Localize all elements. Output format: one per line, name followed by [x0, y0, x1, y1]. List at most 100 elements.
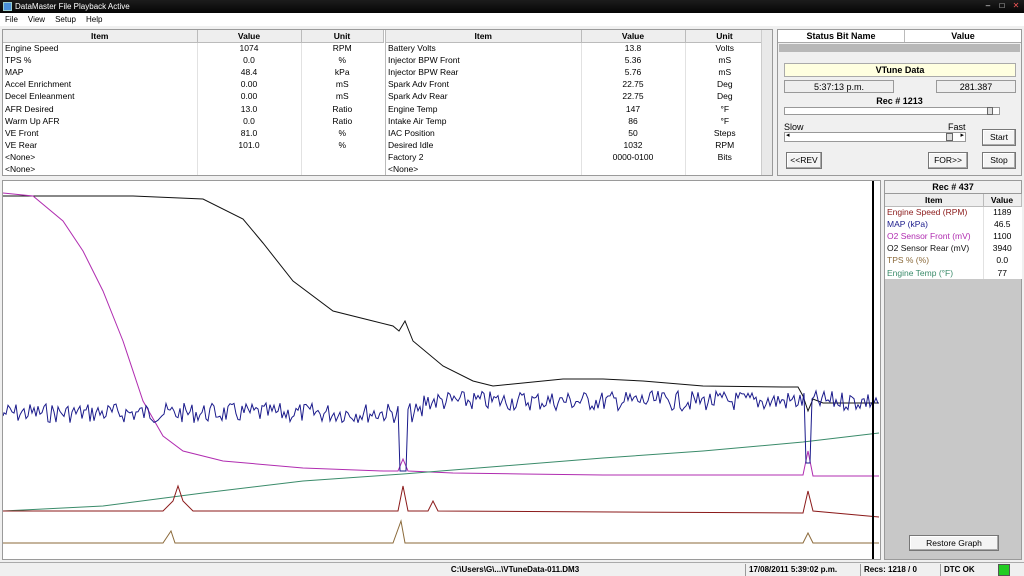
cell-value: 101.0	[197, 138, 302, 151]
cell-item: Engine Temp	[386, 102, 582, 115]
table-row[interactable]: Factory 2 0000-0100 Bits	[386, 150, 764, 163]
restore-graph-button[interactable]: Restore Graph	[909, 535, 999, 551]
legend-row[interactable]: TPS % (%) 0.0	[885, 254, 1021, 267]
cell-value: 50	[581, 126, 686, 139]
table-row[interactable]: Decel Enleanment 0.00 mS	[3, 90, 383, 103]
legend-value: 3940	[992, 243, 1012, 254]
status-bar: C:\Users\G\...\VTuneData-011.DM3 17/08/2…	[0, 562, 1024, 576]
table-row[interactable]: IAC Position 50 Steps	[386, 126, 764, 139]
cell-unit: Ratio	[332, 115, 353, 126]
forward-button[interactable]: FOR>>	[928, 152, 968, 169]
cell-value: 22.75	[581, 90, 686, 103]
status-dtc: DTC OK	[940, 564, 996, 576]
table-row[interactable]: VE Front 81.0%	[3, 126, 383, 139]
speed-slider-thumb[interactable]	[946, 133, 954, 141]
cell-unit: mS	[718, 55, 732, 66]
menu-setup[interactable]: Setup	[55, 15, 76, 24]
menu-file[interactable]: File	[5, 15, 18, 24]
cell-unit: %	[338, 139, 347, 150]
table-row[interactable]: Spark Adv Front 22.75 Deg	[386, 78, 764, 91]
cell-value: 81.0	[197, 126, 302, 139]
legend-panel: Rec # 437 Item Value Engine Speed (RPM) 1…	[884, 180, 1022, 560]
table-scrollbar[interactable]	[761, 30, 772, 175]
sensor-table-right: Item Value Unit Battery Volts 13.8 Volts In…	[386, 30, 765, 176]
cell-value: 0.0	[197, 54, 302, 67]
cell-item: <None>	[3, 162, 198, 176]
playback-elapsed: 281.387	[936, 80, 1016, 93]
legend-value: 1100	[993, 231, 1012, 242]
legend-item: Engine Temp (°F)	[885, 266, 984, 279]
cell-value: 0000-0100	[581, 150, 686, 163]
speed-left-arrow-icon[interactable]: ◂	[786, 131, 790, 139]
cell-item: Decel Enleanment	[3, 90, 198, 103]
cell-unit: Bits	[717, 151, 732, 162]
legend-value: 1189	[993, 207, 1012, 218]
cell-item: Factory 2	[386, 150, 582, 163]
col-value: Value	[581, 30, 686, 43]
legend-row[interactable]: O2 Sensor Rear (mV) 3940	[885, 242, 1021, 255]
cell-item: Accel Enrichment	[3, 78, 198, 91]
table-row[interactable]: MAP 48.4 kPa	[3, 66, 383, 79]
table-row[interactable]: Injector BPW Front 5.36 mS	[386, 54, 764, 67]
cell-value: 1032	[581, 138, 686, 151]
cell-unit: °F	[720, 103, 730, 114]
table-row[interactable]: Desired Idle 1032 RPM	[386, 138, 764, 151]
speed-slider[interactable]: ◂ ▸	[784, 132, 966, 142]
cell-value	[197, 150, 302, 163]
cell-value: 22.75	[581, 78, 686, 91]
table-row[interactable]: Engine Temp 147 °F	[386, 102, 764, 115]
cell-item: Battery Volts	[386, 42, 582, 55]
table-row[interactable]: <None>	[3, 150, 383, 163]
cell-unit: mS	[718, 67, 732, 78]
cell-value: 48.4	[197, 66, 302, 79]
legend-row[interactable]: Engine Temp (°F) 77	[885, 266, 1021, 279]
legend-item: Engine Speed (RPM)	[885, 206, 984, 219]
table-row[interactable]: Warm Up AFR 0.0 Ratio	[3, 114, 383, 127]
table-row[interactable]: Spark Adv Rear 22.75 Deg	[386, 90, 764, 103]
data-graph[interactable]	[2, 180, 881, 560]
menu-view[interactable]: View	[28, 15, 45, 24]
col-value: Value	[197, 30, 302, 43]
table-row[interactable]: AFR Desired 13.0 Ratio	[3, 102, 383, 115]
table-row[interactable]: Accel Enrichment 0.00 mS	[3, 78, 383, 91]
table-row[interactable]: Engine Speed 1074 RPM	[3, 42, 383, 55]
table-row[interactable]: TPS % 0.0%	[3, 54, 383, 67]
record-slider-thumb[interactable]	[986, 107, 993, 115]
table-row[interactable]: Intake Air Temp 86 °F	[386, 114, 764, 127]
cell-value: 1074	[197, 42, 302, 55]
cell-value: 147	[581, 102, 686, 115]
dtc-indicator	[998, 564, 1010, 576]
legend-row[interactable]: Engine Speed (RPM) 1189	[885, 206, 1021, 219]
close-button[interactable]: ✕	[1011, 1, 1021, 11]
stop-button[interactable]: Stop	[982, 152, 1016, 169]
start-button[interactable]: Start	[982, 129, 1016, 146]
menu-help[interactable]: Help	[86, 15, 102, 24]
cell-item: Spark Adv Front	[386, 78, 582, 91]
reverse-button[interactable]: <<REV	[786, 152, 822, 169]
cell-value: 0.0	[197, 114, 302, 127]
legend-col-value: Value	[983, 194, 1022, 207]
speed-right-arrow-icon[interactable]: ▸	[960, 131, 964, 139]
table-row[interactable]: <None>	[3, 162, 383, 176]
status-datetime: 17/08/2011 5:39:02 p.m.	[745, 564, 860, 576]
status-bits-list[interactable]	[779, 44, 1020, 52]
playback-title: VTune Data	[784, 63, 1016, 77]
table-row[interactable]: Injector BPW Rear 5.76 mS	[386, 66, 764, 79]
legend-value: 77	[997, 267, 1007, 278]
table-row[interactable]: <None>	[386, 162, 764, 176]
legend-row[interactable]: O2 Sensor Front (mV) 1100	[885, 230, 1021, 243]
record-slider[interactable]	[784, 107, 1000, 115]
cell-item: <None>	[3, 150, 198, 163]
cell-item: MAP	[3, 66, 198, 79]
cell-item: IAC Position	[386, 126, 582, 139]
table-row[interactable]: Battery Volts 13.8 Volts	[386, 42, 764, 55]
legend-row[interactable]: MAP (kPa) 46.5	[885, 218, 1021, 231]
cell-unit: RPM	[332, 43, 352, 54]
minimize-button[interactable]: –	[983, 1, 993, 11]
table-row[interactable]: VE Rear 101.0%	[3, 138, 383, 151]
sensor-table-left: Item Value Unit Engine Speed 1074 RPM TPS %…	[3, 30, 384, 176]
col-unit: Unit	[301, 30, 384, 43]
maximize-button[interactable]: □	[997, 1, 1007, 11]
cell-unit: mS	[335, 79, 349, 90]
legend-rec-label: Rec # 437	[885, 181, 1021, 194]
